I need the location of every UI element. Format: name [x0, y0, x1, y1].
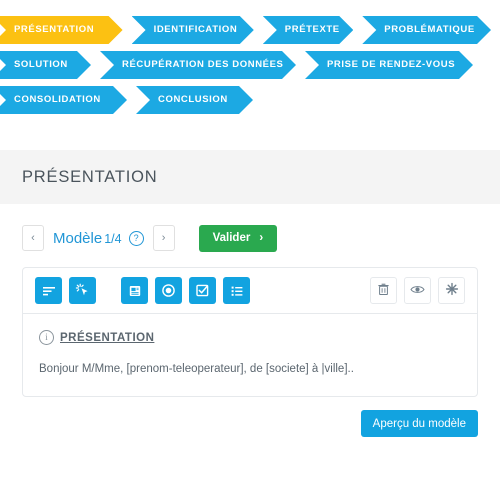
step-chevron[interactable]: PRÉTEXTE — [263, 16, 353, 44]
editor-card: i PRÉSENTATION Bonjour M/Mme, [prenom-te… — [22, 267, 478, 398]
step-chevron[interactable]: CONCLUSION — [136, 86, 253, 114]
step-chevron[interactable]: SOLUTION — [0, 51, 91, 79]
model-indicator: Modèle 1/4 ? — [53, 230, 144, 247]
step-chevron[interactable]: CONSOLIDATION — [0, 86, 127, 114]
preview-model-button[interactable]: Aperçu du modèle — [360, 410, 478, 438]
block-title: PRÉSENTATION — [60, 331, 155, 344]
page-title: PRÉSENTATION — [22, 167, 158, 186]
toolbar-group-left — [35, 277, 96, 304]
trash-icon — [377, 283, 390, 299]
step-label: PRISE DE RENDEZ-VOUS — [327, 59, 456, 71]
checkbox-icon — [195, 283, 210, 298]
radio-block-button[interactable] — [155, 277, 182, 304]
previous-model-button[interactable]: ‹ — [22, 225, 44, 251]
steps-row: SOLUTION RÉCUPÉRATION DES DONNÉES PRISE DE… — [0, 51, 500, 79]
chevron-right-icon: › — [259, 232, 264, 244]
page-root: PRÉSENTATION IDENTIFICATION PRÉTEXTE PROBLÉ… — [0, 0, 500, 500]
block-content-text[interactable]: Bonjour M/Mme, [prenom-teleoperateur], d… — [39, 361, 461, 378]
text-block-button[interactable] — [121, 277, 148, 304]
steps-row: CONSOLIDATION CONCLUSION — [0, 86, 500, 114]
step-chevron[interactable]: PRISE DE RENDEZ-VOUS — [305, 51, 473, 79]
insert-variable-button[interactable] — [69, 277, 96, 304]
step-label: CONSOLIDATION — [14, 94, 101, 106]
block-header: i PRÉSENTATION — [39, 330, 461, 345]
help-icon[interactable]: ? — [128, 230, 144, 246]
steps-row: PRÉSENTATION IDENTIFICATION PRÉTEXTE PROBLÉ… — [0, 16, 500, 44]
align-left-icon — [42, 284, 56, 298]
steps-navigation: PRÉSENTATION IDENTIFICATION PRÉTEXTE PROBLÉ… — [0, 0, 500, 114]
step-chevron-active[interactable]: PRÉSENTATION — [0, 16, 123, 44]
editor-toolbar — [23, 268, 477, 314]
asterisk-icon — [445, 282, 459, 299]
step-label: PROBLÉMATIQUE — [384, 24, 475, 36]
editor-body: i PRÉSENTATION Bonjour M/Mme, [prenom-te… — [23, 314, 477, 396]
step-label: PRÉTEXTE — [284, 24, 340, 36]
step-chevron[interactable]: RÉCUPÉRATION DES DONNÉES — [100, 51, 296, 79]
text-block-icon — [128, 284, 142, 298]
align-text-button[interactable] — [35, 277, 62, 304]
eye-icon — [410, 283, 425, 299]
required-button[interactable] — [438, 277, 465, 304]
cursor-sparkle-icon — [75, 283, 90, 298]
step-label: CONCLUSION — [158, 94, 228, 106]
list-block-button[interactable] — [223, 277, 250, 304]
model-pager-row: ‹ Modèle 1/4 ? › Valider › — [0, 204, 500, 252]
model-label: Modèle — [53, 229, 103, 247]
step-label: IDENTIFICATION — [153, 24, 238, 36]
radio-circle-icon — [161, 283, 176, 298]
delete-button[interactable] — [370, 277, 397, 304]
list-icon — [230, 284, 244, 298]
toolbar-group-blocks — [121, 277, 250, 304]
validate-button[interactable]: Valider › — [198, 224, 278, 252]
step-label: SOLUTION — [14, 59, 68, 71]
checkbox-block-button[interactable] — [189, 277, 216, 304]
footer-actions: Aperçu du modèle — [0, 397, 500, 438]
next-model-button[interactable]: › — [152, 225, 175, 251]
step-label: PRÉSENTATION — [14, 24, 95, 36]
preview-eye-button[interactable] — [404, 277, 431, 304]
toolbar-group-right — [370, 277, 465, 304]
step-label: RÉCUPÉRATION DES DONNÉES — [122, 59, 284, 71]
step-chevron[interactable]: IDENTIFICATION — [132, 16, 254, 44]
model-fraction: 1/4 — [104, 231, 122, 246]
info-icon: i — [39, 330, 54, 345]
step-chevron[interactable]: PROBLÉMATIQUE — [362, 16, 491, 44]
section-title-band: PRÉSENTATION — [0, 150, 500, 204]
validate-label: Valider — [212, 232, 251, 244]
